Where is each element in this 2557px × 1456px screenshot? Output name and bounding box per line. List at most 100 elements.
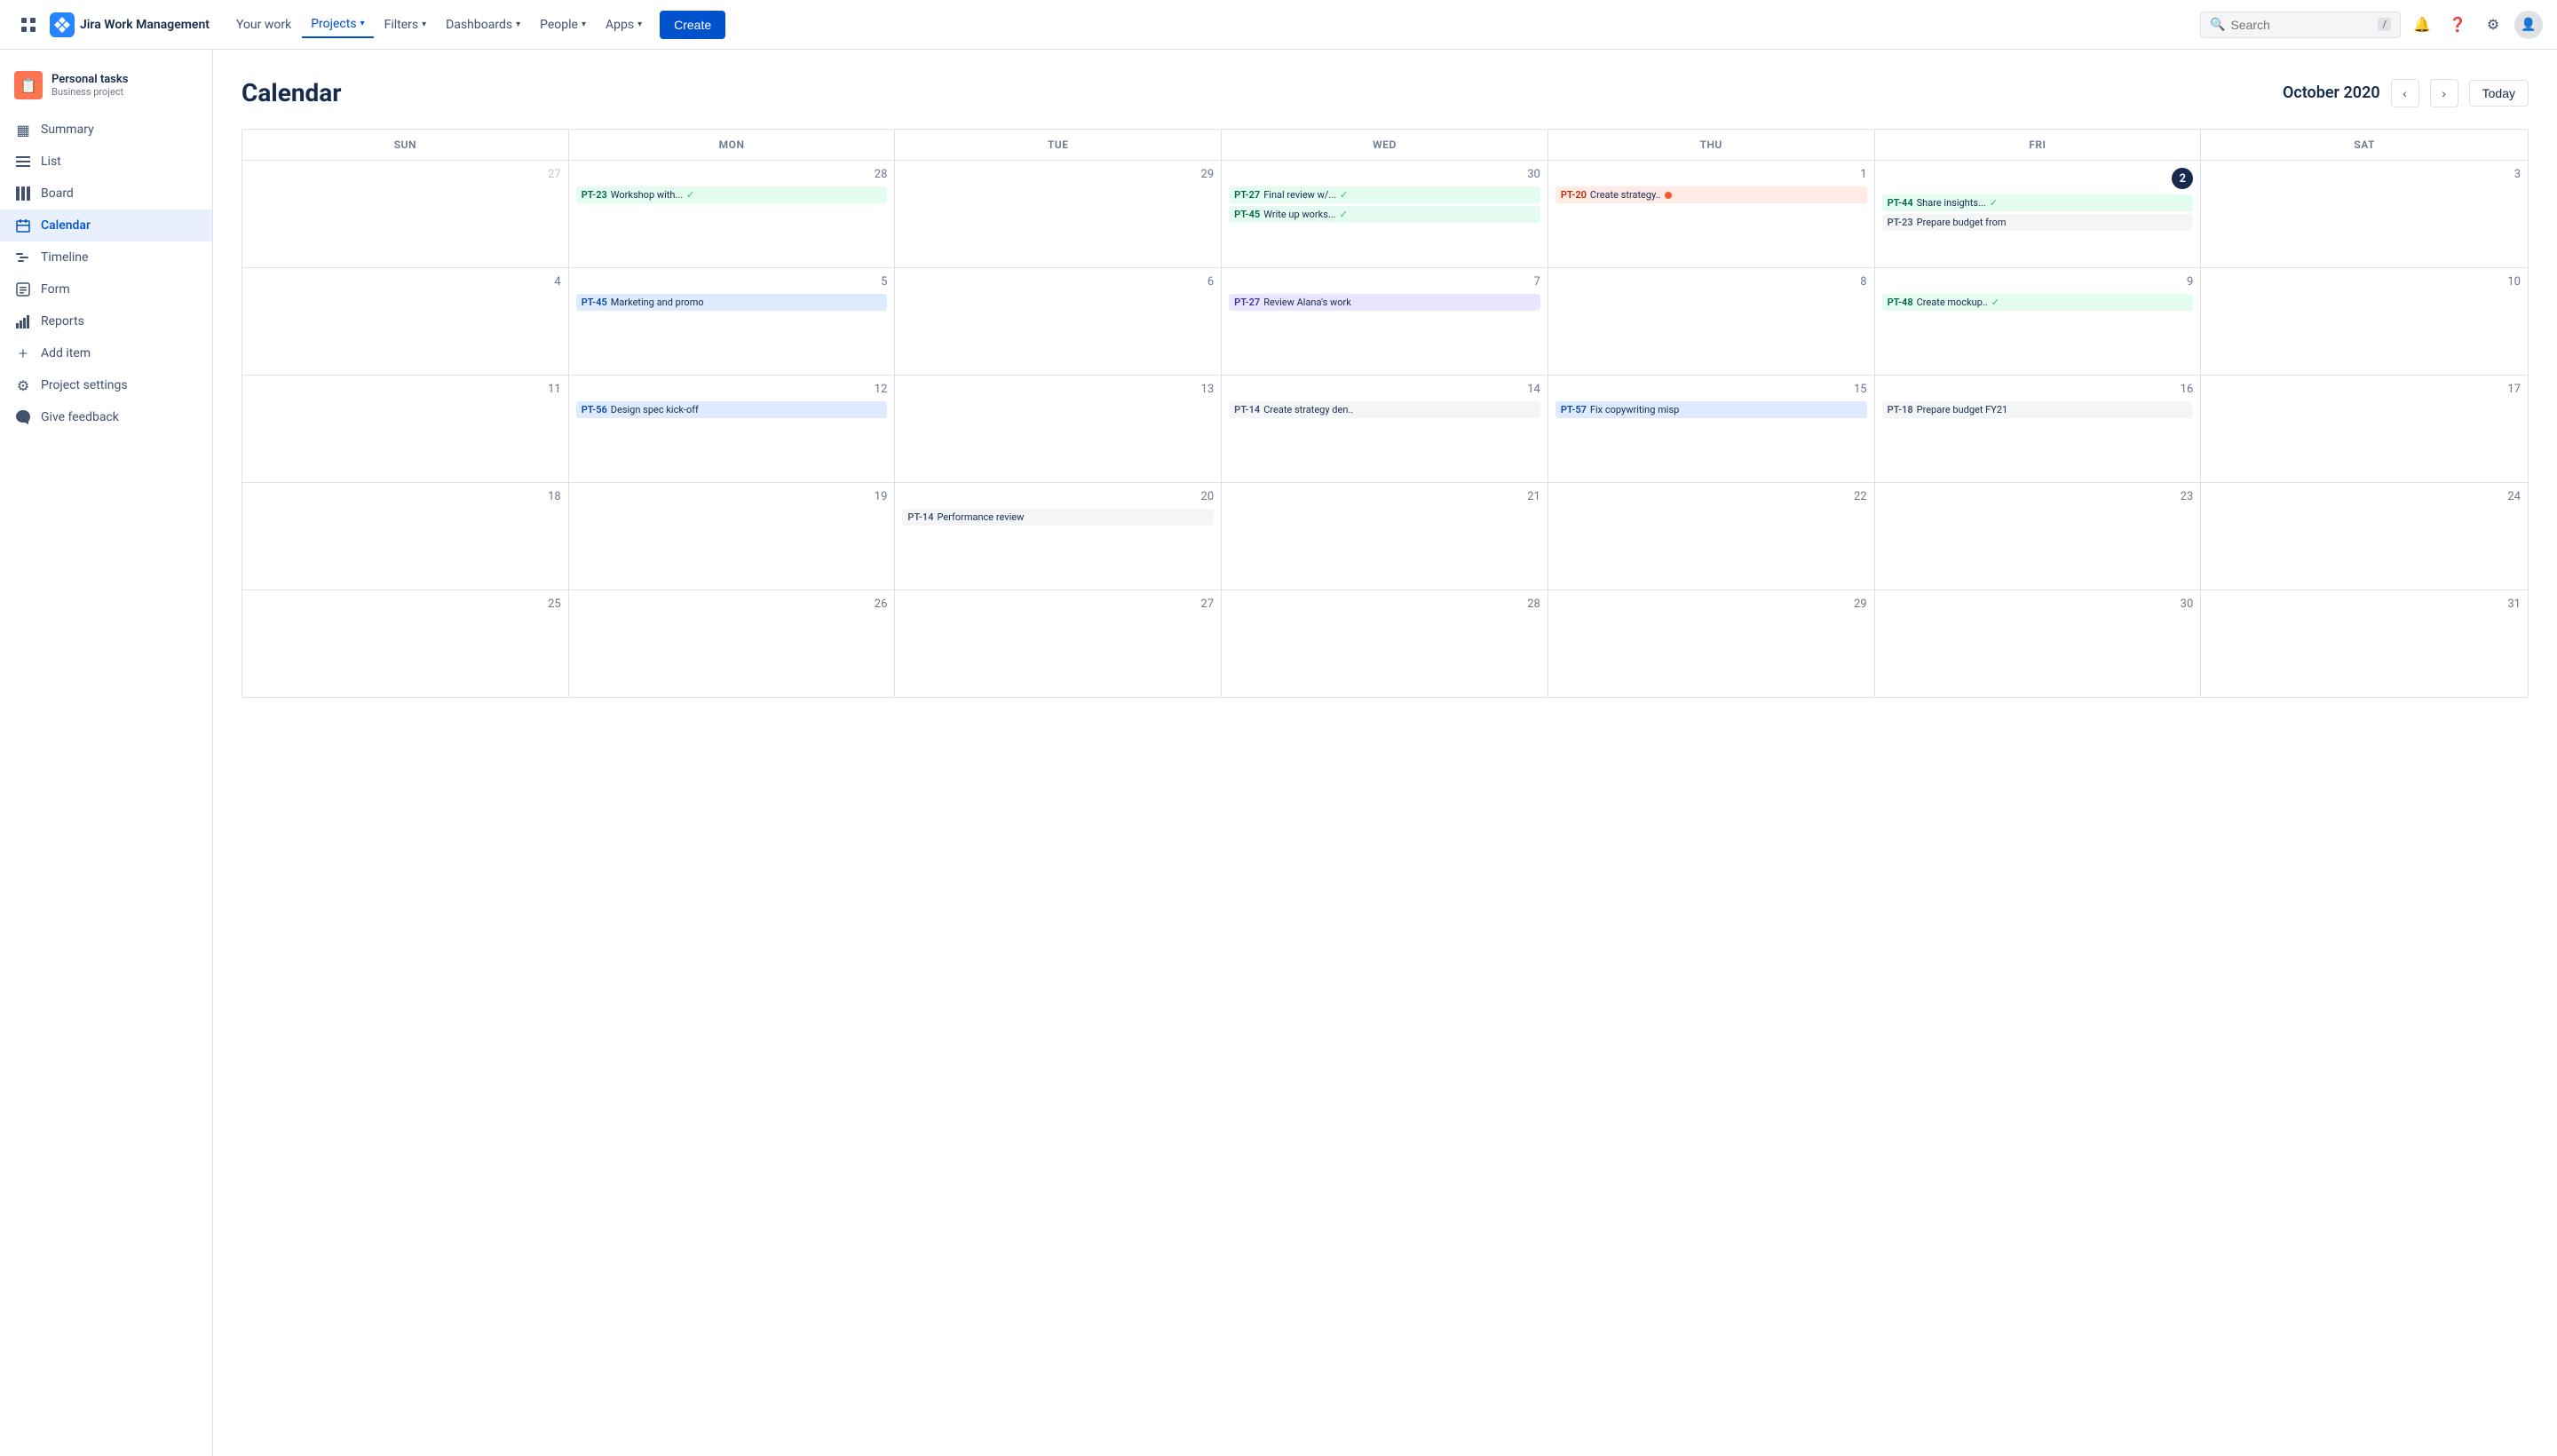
task-check-icon: ✓	[1340, 189, 1348, 201]
task-chip[interactable]: PT-56Design spec kick-off	[576, 401, 888, 418]
task-chip[interactable]: PT-45Marketing and promo	[576, 294, 888, 311]
cell-date-number: 19	[576, 490, 888, 503]
apps-caret: ▾	[637, 20, 642, 29]
task-chip[interactable]: PT-27Review Alana's work	[1229, 294, 1540, 311]
search-input[interactable]	[2230, 18, 2372, 32]
settings-button[interactable]: ⚙	[2479, 11, 2507, 39]
calendar-cell[interactable]: 18	[242, 483, 569, 590]
nav-your-work[interactable]: Your work	[227, 12, 300, 37]
task-chip[interactable]: PT-27Final review w/...✓	[1229, 186, 1540, 203]
cell-date-number: 13	[902, 383, 1214, 396]
create-button[interactable]: Create	[660, 11, 725, 39]
calendar-week-4: 25262728293031	[242, 590, 2528, 698]
cell-date-number: 18	[249, 490, 561, 503]
sidebar-item-board[interactable]: Board	[0, 178, 212, 210]
sidebar-item-give-feedback[interactable]: Give feedback	[0, 401, 212, 433]
prev-month-button[interactable]: ‹	[2391, 79, 2419, 107]
calendar-cell[interactable]: 7 PT-27Review Alana's work	[1222, 268, 1548, 375]
calendar-cell[interactable]: 25	[242, 590, 569, 697]
calendar-cell[interactable]: 28 PT-23Workshop with...✓	[569, 161, 896, 267]
sidebar-item-form[interactable]: Form	[0, 273, 212, 305]
help-button[interactable]: ❓	[2443, 11, 2472, 39]
calendar-cell[interactable]: 3	[2201, 161, 2528, 267]
calendar-cell[interactable]: 21	[1222, 483, 1548, 590]
project-settings-label: Project settings	[41, 378, 128, 392]
calendar-cell[interactable]: 16PT-18Prepare budget FY21	[1875, 376, 2202, 482]
task-chip[interactable]: PT-14Performance review	[902, 509, 1214, 526]
cell-date-number: 28	[576, 168, 888, 181]
board-icon	[14, 185, 32, 202]
task-id: PT-14	[907, 511, 933, 523]
today-button[interactable]: Today	[2469, 80, 2529, 107]
nav-people[interactable]: People ▾	[531, 12, 595, 37]
nav-projects[interactable]: Projects ▾	[302, 12, 373, 38]
grid-menu-icon[interactable]	[14, 11, 43, 39]
logo[interactable]: Jira Work Management	[50, 12, 210, 37]
task-chip[interactable]: PT-23Prepare budget from	[1882, 214, 2194, 231]
sidebar-item-reports[interactable]: Reports	[0, 305, 212, 337]
task-label: Create mockup..	[1917, 297, 1988, 308]
cell-date-number: 7	[1229, 275, 1540, 289]
calendar-cell[interactable]: 29	[895, 161, 1222, 267]
calendar-cell[interactable]: 19	[569, 483, 896, 590]
notifications-button[interactable]: 🔔	[2408, 11, 2436, 39]
task-chip[interactable]: PT-48Create mockup..✓	[1882, 294, 2194, 311]
task-chip[interactable]: PT-20Create strategy..	[1556, 186, 1867, 203]
nav-dashboards[interactable]: Dashboards ▾	[437, 12, 529, 37]
calendar-cell[interactable]: 28	[1222, 590, 1548, 697]
calendar-cell[interactable]: 4	[242, 268, 569, 375]
sidebar-item-calendar[interactable]: Calendar	[0, 210, 212, 241]
nav-apps[interactable]: Apps ▾	[597, 12, 651, 37]
calendar-cell[interactable]: 10	[2201, 268, 2528, 375]
sidebar-item-add-item[interactable]: + Add item	[0, 337, 212, 369]
calendar-cell[interactable]: 29	[1548, 590, 1875, 697]
calendar-cell[interactable]: 27	[242, 161, 569, 267]
calendar-cell[interactable]: 27	[895, 590, 1222, 697]
people-caret: ▾	[582, 20, 586, 29]
day-wed: WED	[1222, 130, 1548, 160]
task-check-icon: ✓	[686, 189, 694, 201]
calendar-icon	[14, 217, 32, 234]
calendar-cell[interactable]: 22	[1548, 483, 1875, 590]
calendar-cell[interactable]: 2PT-44Share insights...✓PT-23Prepare bud…	[1875, 161, 2202, 267]
calendar-cell[interactable]: 6	[895, 268, 1222, 375]
sidebar-item-project-settings[interactable]: ⚙ Project settings	[0, 369, 212, 401]
task-id: PT-57	[1561, 404, 1587, 415]
calendar-cell[interactable]: 1PT-20Create strategy..	[1548, 161, 1875, 267]
task-chip[interactable]: PT-57Fix copywriting misp	[1556, 401, 1867, 418]
calendar-cell[interactable]: 13	[895, 376, 1222, 482]
timeline-label: Timeline	[41, 250, 88, 265]
calendar-cell[interactable]: 9 PT-48Create mockup..✓	[1875, 268, 2202, 375]
calendar-cell[interactable]: 12PT-56Design spec kick-off	[569, 376, 896, 482]
nav-filters[interactable]: Filters ▾	[376, 12, 436, 37]
task-chip[interactable]: PT-18Prepare budget FY21	[1882, 401, 2194, 418]
calendar-cell[interactable]: 24	[2201, 483, 2528, 590]
task-chip[interactable]: PT-23Workshop with...✓	[576, 186, 888, 203]
sidebar-item-summary[interactable]: ▦ Summary	[0, 114, 212, 146]
calendar-week-2: 1112PT-56Design spec kick-off 13 14PT-14Cr…	[242, 376, 2528, 483]
task-id: PT-45	[582, 297, 607, 308]
task-label: Write up works...	[1263, 209, 1335, 220]
task-label: Final review w/...	[1263, 189, 1336, 201]
calendar-cell[interactable]: 11	[242, 376, 569, 482]
calendar-cell[interactable]: 30	[1875, 590, 2202, 697]
calendar-cell[interactable]: 30PT-27Final review w/...✓PT-45Write up …	[1222, 161, 1548, 267]
calendar-cell[interactable]: 31	[2201, 590, 2528, 697]
search-box[interactable]: 🔍 /	[2200, 12, 2401, 38]
calendar-cell[interactable]: 26	[569, 590, 896, 697]
calendar-cell[interactable]: 23	[1875, 483, 2202, 590]
next-month-button[interactable]: ›	[2430, 79, 2458, 107]
calendar-cell[interactable]: 14PT-14Create strategy den..	[1222, 376, 1548, 482]
calendar-cell[interactable]: 8	[1548, 268, 1875, 375]
calendar-cell[interactable]: 17	[2201, 376, 2528, 482]
sidebar-item-timeline[interactable]: Timeline	[0, 241, 212, 273]
task-chip[interactable]: PT-14Create strategy den..	[1229, 401, 1540, 418]
user-avatar[interactable]: 👤	[2514, 11, 2543, 39]
task-chip[interactable]: PT-45Write up works...✓	[1229, 206, 1540, 223]
calendar-cell[interactable]: 15PT-57Fix copywriting misp	[1548, 376, 1875, 482]
task-chip[interactable]: PT-44Share insights...✓	[1882, 194, 2194, 211]
calendar-cell[interactable]: 5PT-45Marketing and promo	[569, 268, 896, 375]
calendar-cell[interactable]: 20PT-14Performance review	[895, 483, 1222, 590]
sidebar-item-list[interactable]: List	[0, 146, 212, 178]
cell-date-number: 9	[1882, 275, 2194, 289]
